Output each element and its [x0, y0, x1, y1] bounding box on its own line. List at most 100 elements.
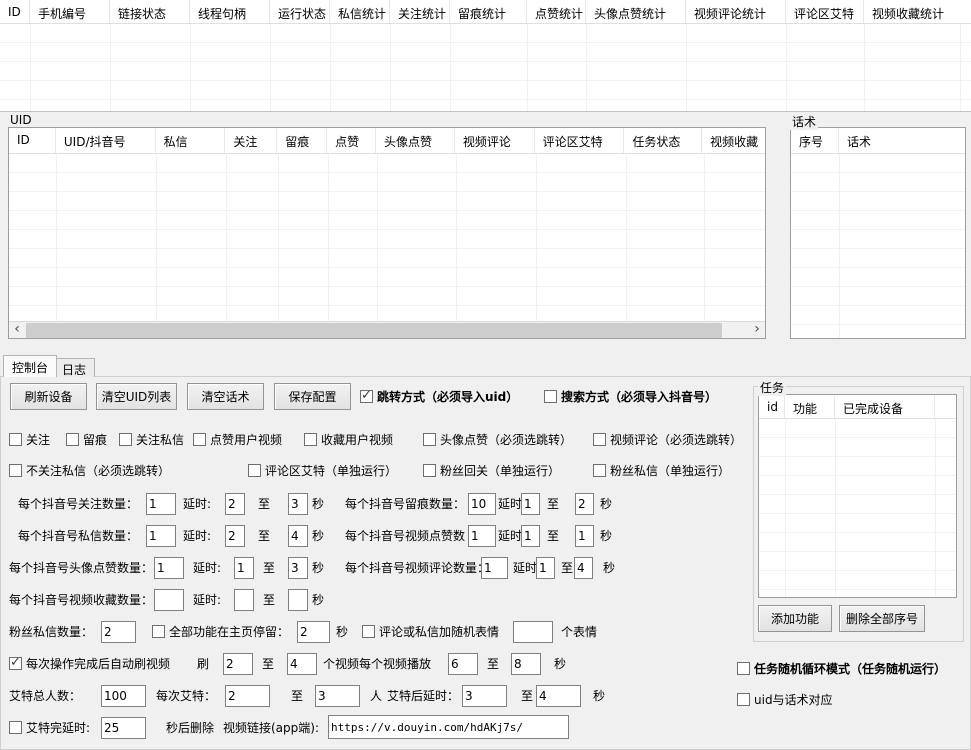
scroll-right-icon[interactable]: ›	[749, 322, 765, 339]
swipe-prefix-label: 刷	[197, 657, 209, 671]
refresh-device-button[interactable]: 刷新设备	[10, 383, 87, 410]
avatar-like-checkbox[interactable]	[423, 433, 436, 446]
column-header[interactable]: 头像点赞统计	[586, 0, 686, 23]
dm-delay-from-input[interactable]	[225, 525, 245, 547]
video-fav-count-input[interactable]	[154, 589, 184, 611]
no-follow-dm-checkbox[interactable]	[9, 464, 22, 477]
trace-delay-from-input[interactable]	[521, 493, 540, 515]
scroll-left-icon[interactable]: ‹	[9, 322, 25, 339]
clear-script-button[interactable]: 清空话术	[187, 383, 264, 410]
avatar-like-delay-from-input[interactable]	[234, 557, 254, 579]
dm-count-input[interactable]	[146, 525, 176, 547]
column-header[interactable]: 关注统计	[390, 0, 450, 23]
column-header[interactable]: id	[759, 395, 785, 418]
column-header[interactable]: 关注	[225, 128, 277, 153]
video-fav-delay-to-input[interactable]	[288, 589, 308, 611]
video-comment-checkbox[interactable]	[593, 433, 606, 446]
column-header[interactable]: 留痕统计	[450, 0, 527, 23]
tab-log[interactable]: 日志	[53, 358, 95, 377]
at-delay-to-input[interactable]	[536, 685, 581, 707]
video-like-count-input[interactable]	[468, 525, 496, 547]
tab-console[interactable]: 控制台	[3, 355, 57, 377]
column-header[interactable]: 任务状态	[624, 128, 702, 153]
follow-count-input[interactable]	[146, 493, 176, 515]
video-like-delay-to-input[interactable]	[575, 525, 594, 547]
column-header[interactable]: 运行状态	[270, 0, 330, 23]
column-header[interactable]: 手机编号	[30, 0, 110, 23]
at-total-input[interactable]	[101, 685, 146, 707]
trace-checkbox[interactable]	[66, 433, 79, 446]
column-header[interactable]: 视频评论统计	[686, 0, 786, 23]
at-each-from-input[interactable]	[225, 685, 270, 707]
follow-checkbox[interactable]	[9, 433, 22, 446]
avatar-like-count-input[interactable]	[154, 557, 184, 579]
column-header[interactable]: 评论区艾特	[535, 128, 625, 153]
at-delay-from-input[interactable]	[462, 685, 507, 707]
fan-dm-count-input[interactable]	[101, 621, 136, 643]
auto-swipe-checkbox[interactable]	[9, 657, 22, 670]
search-mode-label: 搜索方式（必须导入抖音号）	[561, 390, 717, 404]
uid-script-match-checkbox[interactable]	[737, 693, 750, 706]
at-each-to-input[interactable]	[315, 685, 360, 707]
homepage-stay-checkbox[interactable]	[152, 625, 165, 638]
column-header[interactable]: 功能	[785, 395, 835, 418]
jump-mode-checkbox[interactable]	[360, 390, 373, 403]
horizontal-scrollbar[interactable]: ‹ ›	[9, 321, 765, 338]
column-header[interactable]: 视频收藏	[702, 128, 765, 153]
sec-label: 秒	[312, 593, 324, 607]
search-mode-checkbox[interactable]	[544, 390, 557, 403]
random-emoji-count-input[interactable]	[513, 621, 553, 643]
column-header[interactable]: 视频评论	[455, 128, 535, 153]
random-emoji-checkbox[interactable]	[362, 625, 375, 638]
column-header[interactable]	[935, 395, 956, 418]
fan-dm-checkbox[interactable]	[593, 464, 606, 477]
at-done-delay-checkbox[interactable]	[9, 721, 22, 734]
column-header[interactable]: 线程句柄	[190, 0, 270, 23]
column-header[interactable]: ID	[0, 0, 30, 23]
follow-dm-checkbox[interactable]	[119, 433, 132, 446]
column-header[interactable]: 点赞	[327, 128, 376, 153]
column-header[interactable]: 话术	[839, 128, 965, 153]
column-header[interactable]: 私信统计	[330, 0, 390, 23]
at-done-delay-label: 艾特完延时:	[26, 721, 90, 735]
video-link-input[interactable]	[328, 715, 569, 739]
like-user-video-checkbox[interactable]	[193, 433, 206, 446]
scrollbar-thumb[interactable]	[26, 323, 722, 338]
trace-count-input[interactable]	[468, 493, 496, 515]
column-header[interactable]: UID/抖音号	[56, 128, 156, 153]
trace-delay-to-input[interactable]	[575, 493, 594, 515]
video-fav-delay-from-input[interactable]	[234, 589, 254, 611]
swipe-to-input[interactable]	[287, 653, 317, 675]
column-header[interactable]: 留痕	[277, 128, 327, 153]
column-header[interactable]: 头像点赞	[376, 128, 455, 153]
follow-delay-to-input[interactable]	[288, 493, 308, 515]
video-comment-count-input[interactable]	[481, 557, 508, 579]
follow-delay-from-input[interactable]	[225, 493, 245, 515]
video-like-delay-from-input[interactable]	[521, 525, 540, 547]
avatar-like-delay-to-input[interactable]	[288, 557, 308, 579]
column-header[interactable]: 私信	[156, 128, 226, 153]
swipe-from-input[interactable]	[223, 653, 253, 675]
add-function-button[interactable]: 添加功能	[758, 605, 832, 632]
random-loop-checkbox[interactable]	[737, 662, 750, 675]
fan-follow-back-checkbox[interactable]	[423, 464, 436, 477]
column-header[interactable]: 点赞统计	[527, 0, 586, 23]
column-header[interactable]: 序号	[791, 128, 839, 153]
comment-at-checkbox[interactable]	[248, 464, 261, 477]
column-header[interactable]: 已完成设备	[835, 395, 935, 418]
fav-user-video-checkbox[interactable]	[304, 433, 317, 446]
video-comment-delay-to-input[interactable]	[574, 557, 593, 579]
clear-uid-list-button[interactable]: 清空UID列表	[96, 383, 177, 410]
at-done-delay-input[interactable]	[101, 717, 146, 739]
delete-all-button[interactable]: 删除全部序号	[839, 605, 925, 632]
column-header[interactable]: 视频收藏统计	[864, 0, 960, 23]
homepage-stay-input[interactable]	[297, 621, 330, 643]
save-config-button[interactable]: 保存配置	[274, 383, 351, 410]
dm-delay-to-input[interactable]	[288, 525, 308, 547]
column-header[interactable]: ID	[9, 128, 56, 153]
play-from-input[interactable]	[448, 653, 478, 675]
column-header[interactable]: 链接状态	[110, 0, 190, 23]
column-header[interactable]: 评论区艾特	[786, 0, 864, 23]
play-to-input[interactable]	[511, 653, 541, 675]
video-comment-delay-from-input[interactable]	[536, 557, 555, 579]
